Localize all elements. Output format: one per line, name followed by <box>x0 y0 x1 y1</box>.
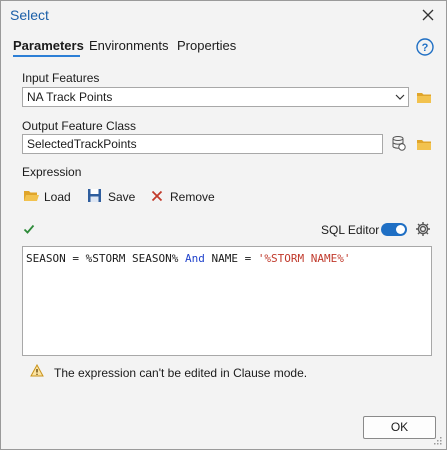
input-features-label: Input Features <box>22 71 100 85</box>
resize-grip-icon[interactable] <box>434 437 442 445</box>
browse-input-folder-icon[interactable] <box>416 90 432 104</box>
expression-label: Expression <box>22 165 82 179</box>
output-feature-class-value: SelectedTrackPoints <box>27 137 137 151</box>
valid-checkmark-icon <box>23 224 35 234</box>
active-tab-indicator <box>13 55 80 57</box>
title-bar: Select <box>1 1 446 31</box>
select-dialog: Select Parameters Environments Propertie… <box>0 0 447 450</box>
chevron-down-icon <box>395 94 405 100</box>
input-features-dropdown[interactable]: NA Track Points <box>22 87 409 107</box>
tab-properties[interactable]: Properties <box>177 38 236 53</box>
tab-parameters[interactable]: Parameters <box>13 38 84 53</box>
close-icon[interactable] <box>419 6 437 24</box>
sql-expression-text: SEASON = %STORM SEASON% And NAME = '%STO… <box>26 252 351 265</box>
expr-keyword-and: And <box>184 252 205 265</box>
browse-output-folder-icon[interactable] <box>416 137 432 151</box>
gear-icon[interactable] <box>415 221 431 237</box>
folder-open-icon <box>24 191 39 201</box>
remove-button[interactable]: Remove <box>151 188 217 206</box>
sql-editor-label: SQL Editor <box>321 223 380 237</box>
dialog-title: Select <box>10 7 49 23</box>
svg-text:?: ? <box>422 42 429 54</box>
output-feature-class-label: Output Feature Class <box>22 119 137 133</box>
expr-segment-name: NAME = <box>204 252 258 265</box>
remove-label: Remove <box>170 190 215 204</box>
save-label: Save <box>108 190 136 204</box>
warning-message: The expression can't be edited in Clause… <box>54 366 308 380</box>
save-button[interactable]: Save <box>87 188 137 206</box>
toggle-knob <box>396 225 405 234</box>
expr-string-literal: '%STORM NAME%' <box>257 252 351 265</box>
expr-segment-season: SEASON = %STORM SEASON% <box>26 252 185 265</box>
database-icon[interactable] <box>390 135 407 152</box>
input-features-value: NA Track Points <box>27 90 113 104</box>
load-button[interactable]: Load <box>23 188 73 206</box>
help-icon[interactable]: ? <box>416 38 434 56</box>
tab-environments[interactable]: Environments <box>89 38 168 53</box>
warning-icon <box>30 364 44 377</box>
sql-expression-editor[interactable]: SEASON = %STORM SEASON% And NAME = '%STO… <box>22 246 432 356</box>
output-feature-class-input[interactable]: SelectedTrackPoints <box>22 134 383 154</box>
ok-button[interactable]: OK <box>363 416 436 439</box>
sql-editor-toggle[interactable] <box>381 223 407 236</box>
load-label: Load <box>44 190 71 204</box>
save-disk-icon <box>88 189 101 202</box>
remove-x-icon <box>151 190 163 202</box>
